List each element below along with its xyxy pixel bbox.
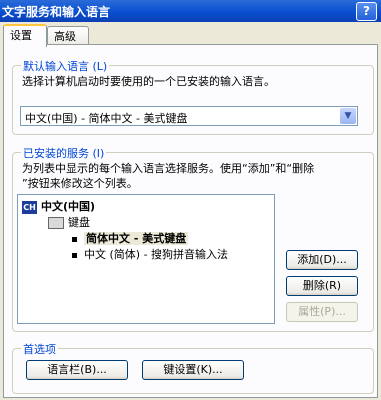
tab-settings[interactable]: 设置 (3, 24, 47, 47)
services-tree[interactable]: CH 中文(中国) 键盘 简体中文 - 美式键盘 中文 (简体) - 搜狗拼音输入… (17, 194, 275, 324)
help-button[interactable]: ? (356, 2, 377, 21)
installed-services-label: 已安装的服务 (I) (21, 145, 107, 161)
tree-keyboard-label: 键盘 (68, 216, 90, 229)
tree-item-selected[interactable]: 简体中文 - 美式键盘 (72, 230, 189, 246)
preferences-label: 首选项 (21, 341, 58, 357)
tree-node-keyboard[interactable]: 键盘 (48, 214, 90, 230)
tree-node-language[interactable]: CH 中文(中国) (22, 198, 95, 214)
add-button[interactable]: 添加(D)... (286, 250, 358, 270)
default-language-label: 默认输入语言 (L) (21, 58, 110, 74)
tree-item-label: 中文 (简体) - 搜狗拼音输入法 (84, 248, 229, 261)
language-badge-icon: CH (22, 200, 37, 214)
title-bar: 文字服务和输入语言 ? (0, 0, 381, 22)
properties-button[interactable]: 属性(P)... (286, 302, 358, 322)
default-language-select[interactable]: 中文(中国) - 简体中文 - 美式键盘 ▼ (20, 106, 358, 126)
remove-button[interactable]: 删除(R) (286, 276, 358, 296)
default-language-description: 选择计算机启动时要使用的一个已安装的输入语言。 (22, 75, 275, 88)
tree-item-label: 简体中文 - 美式键盘 (84, 232, 189, 245)
default-language-value: 中文(中国) - 简体中文 - 美式键盘 (25, 112, 188, 125)
bullet-icon (72, 236, 77, 242)
tree-language-label: 中文(中国) (41, 200, 96, 213)
installed-services-description-1: 为列表中显示的每个输入语言选择服务。使用“添加”和“删除 (22, 162, 315, 175)
key-settings-button[interactable]: 键设置(K)... (142, 360, 244, 380)
window-title: 文字服务和输入语言 (2, 5, 111, 19)
bullet-icon (72, 252, 77, 258)
language-bar-button[interactable]: 语言栏(B)... (26, 360, 128, 380)
chevron-down-icon[interactable]: ▼ (340, 108, 356, 124)
keyboard-icon (48, 217, 64, 229)
tab-advanced[interactable]: 高级 (47, 26, 89, 45)
tree-item[interactable]: 中文 (简体) - 搜狗拼音输入法 (72, 246, 228, 262)
installed-services-description-2: ”按钮来修改这个列表。 (22, 177, 138, 190)
